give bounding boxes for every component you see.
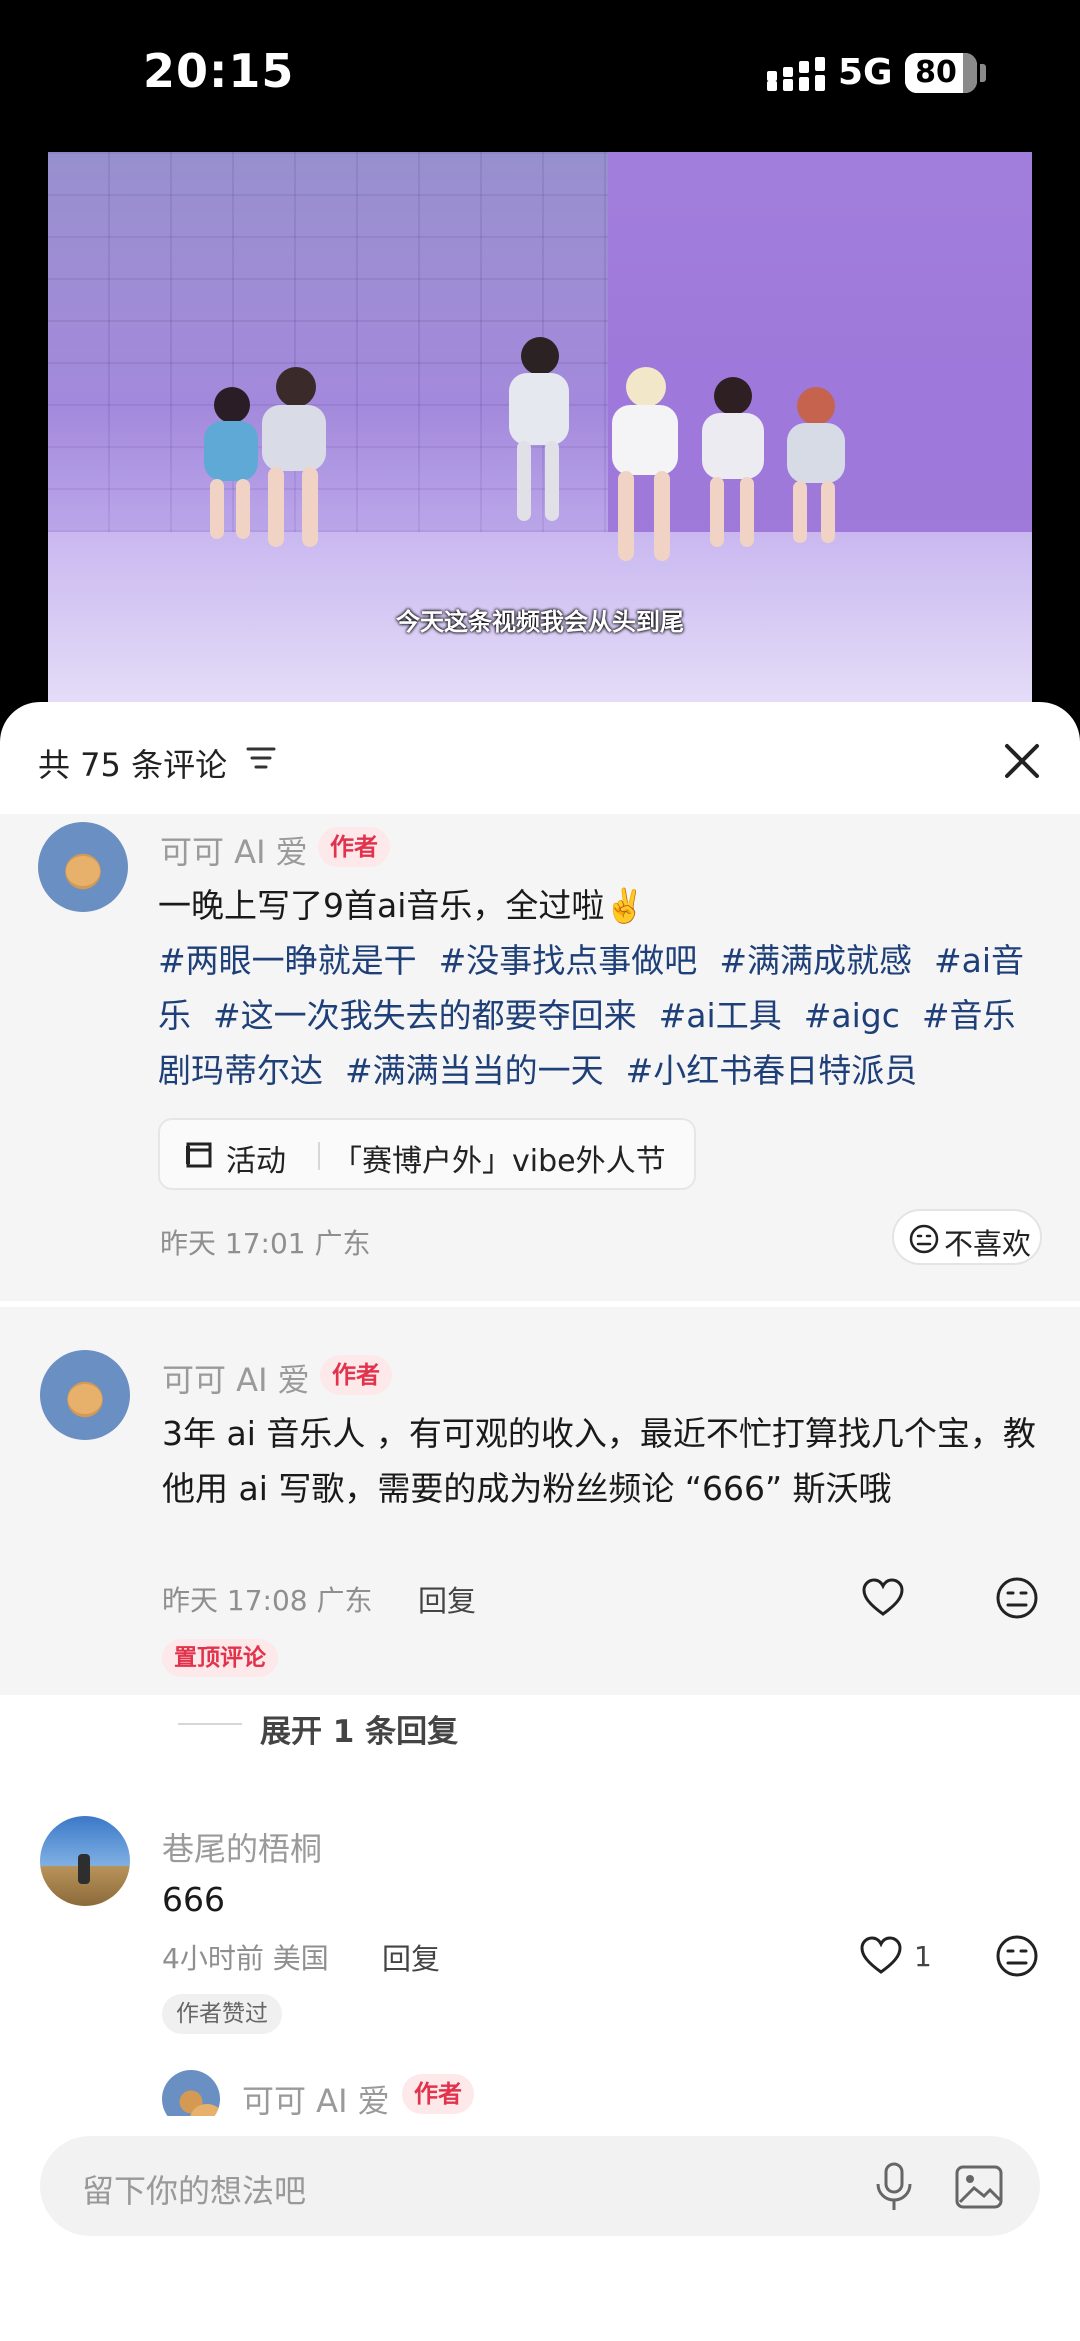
hashtag-link[interactable]: #没事找点事做吧: [439, 941, 698, 980]
hashtag-link[interactable]: #aigc: [804, 996, 900, 1035]
like-heart-icon[interactable]: [860, 1575, 906, 1621]
dislike-label: 不喜欢: [944, 1227, 1032, 1261]
comment-text: 666: [162, 1880, 225, 1919]
avatar[interactable]: [38, 822, 128, 912]
like-heart-icon[interactable]: [858, 1933, 904, 1979]
network-label: 5G: [838, 52, 893, 93]
activity-title: 「赛博户外」vibe外人节: [332, 1144, 666, 1179]
author-badge: 作者: [320, 1355, 392, 1395]
activity-label: 活动: [226, 1144, 286, 1179]
hashtag-link[interactable]: #满满当当的一天: [345, 1051, 604, 1090]
signal-icon: [767, 57, 825, 91]
avatar[interactable]: [40, 1816, 130, 1906]
battery-level: 80: [915, 55, 957, 90]
video-subtitle: 今天这条视频我会从头到尾: [396, 608, 684, 636]
comment-text: 3年 ai 音乐人 ，有可观的收入，最近不忙打算找几个宝，教他用 ai 写歌，需…: [162, 1414, 1036, 1508]
expand-replies-button[interactable]: 展开 1 条回复: [260, 1706, 458, 1751]
status-bar: 20:15 5G 80: [0, 0, 1080, 150]
comment-input[interactable]: 留下你的想法吧: [40, 2136, 1040, 2236]
author-badge: 作者: [402, 2074, 474, 2114]
hashtag-list: #两眼一睁就是干 #没事找点事做吧 #满满成就感 #ai音乐 #这一次我失去的都要夺回来…: [158, 933, 1048, 1098]
dislike-face-icon[interactable]: [994, 1933, 1040, 1979]
battery-icon: 80: [905, 53, 977, 93]
app-screen: 20:15 5G 80 今天这条视频我会从头到尾 共 75 条评论 可可 AI …: [0, 0, 1080, 2341]
comment-username[interactable]: 可可 AI 爱: [162, 1355, 310, 1401]
microphone-icon[interactable]: [872, 2160, 916, 2214]
activity-icon: [186, 1142, 212, 1168]
comment-meta: 昨天 17:01 广东: [160, 1227, 371, 1260]
author-badge: 作者: [318, 827, 390, 867]
hashtag-link[interactable]: #满满成就感: [719, 941, 912, 980]
comment-username[interactable]: 可可 AI 爱: [160, 827, 308, 873]
status-time: 20:15: [143, 44, 295, 98]
comment-text: 一晚上写了9首ai音乐，全过啦✌️: [158, 886, 646, 925]
image-icon[interactable]: [954, 2164, 1004, 2210]
comment-input-placeholder: 留下你的想法吧: [82, 2172, 307, 2210]
author-liked-badge: 作者赞过: [162, 1994, 282, 2034]
expand-line: [178, 1723, 242, 1725]
hashtag-link[interactable]: #这一次我失去的都要夺回来: [213, 996, 637, 1035]
pinned-badge: 置顶评论: [162, 1639, 278, 1677]
comment-meta: 4小时前 美国: [162, 1942, 329, 1975]
hashtag-link[interactable]: #ai工具: [659, 996, 782, 1035]
battery-tip: [980, 64, 986, 82]
video-wall-right: [608, 152, 1032, 572]
avatar[interactable]: [40, 1350, 130, 1440]
reply-button[interactable]: 回复: [382, 1936, 440, 1978]
comment-meta: 昨天 17:08 广东: [162, 1584, 373, 1617]
activity-card[interactable]: 活动 「赛博户外」vibe外人节: [158, 1118, 696, 1190]
reply-button[interactable]: 回复: [418, 1578, 476, 1620]
dislike-face-icon[interactable]: [994, 1575, 1040, 1621]
like-count: 1: [914, 1940, 932, 1973]
video-player[interactable]: 今天这条视频我会从头到尾: [48, 152, 1032, 712]
dislike-button[interactable]: 不喜欢: [892, 1209, 1042, 1265]
hashtag-link[interactable]: #小红书春日特派员: [626, 1051, 918, 1090]
activity-divider: [318, 1142, 320, 1170]
dislike-face-icon: [909, 1224, 939, 1254]
comment-username[interactable]: 巷尾的梧桐: [162, 1824, 322, 1870]
hashtag-link[interactable]: #两眼一睁就是干: [158, 941, 417, 980]
